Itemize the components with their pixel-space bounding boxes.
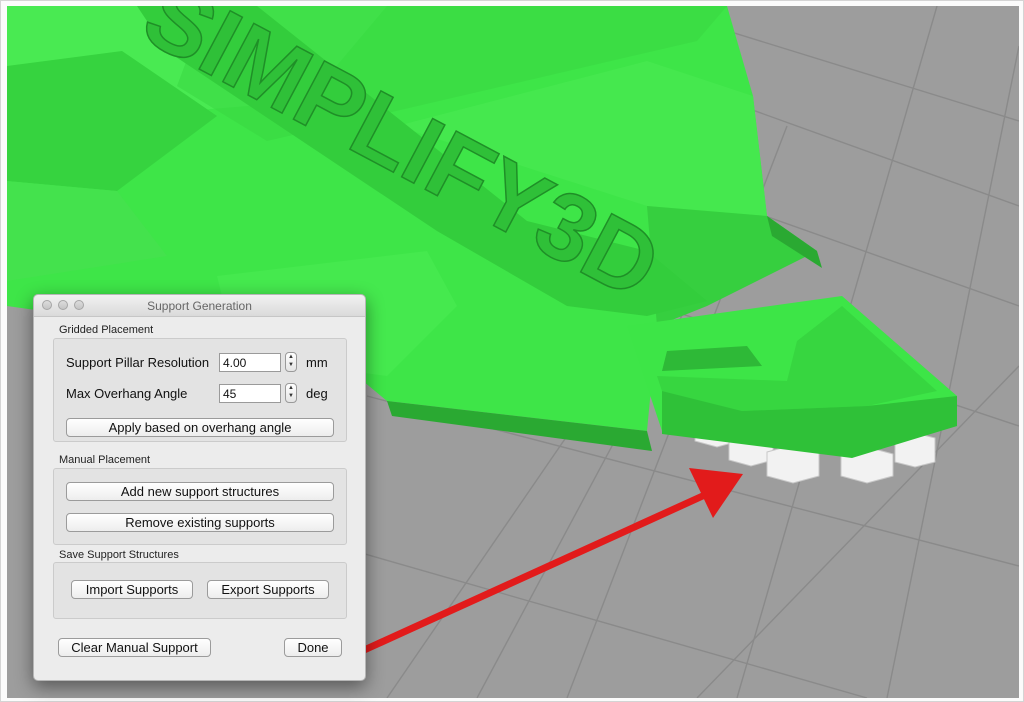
pillar-resolution-label: Support Pillar Resolution xyxy=(66,355,210,370)
dialog-titlebar[interactable]: Support Generation xyxy=(34,295,365,317)
stepper-up-icon[interactable]: ▲ xyxy=(286,353,296,361)
done-button[interactable]: Done xyxy=(284,638,342,657)
overhang-angle-label: Max Overhang Angle xyxy=(66,386,188,401)
stepper-up-icon[interactable]: ▲ xyxy=(286,384,296,392)
dialog-title: Support Generation xyxy=(147,299,252,313)
manual-placement-label: Manual Placement xyxy=(59,454,151,466)
support-generation-dialog: Support Generation Gridded Placement Sup… xyxy=(33,294,366,681)
save-supports-label: Save Support Structures xyxy=(59,549,179,561)
apply-overhang-button[interactable]: Apply based on overhang angle xyxy=(66,418,334,437)
remove-supports-button[interactable]: Remove existing supports xyxy=(66,513,334,532)
overhang-angle-input[interactable] xyxy=(219,384,281,403)
clear-manual-support-button[interactable]: Clear Manual Support xyxy=(58,638,211,657)
pillar-resolution-input[interactable] xyxy=(219,353,281,372)
stepper-down-icon[interactable]: ▼ xyxy=(286,392,296,400)
overhang-angle-unit: deg xyxy=(306,386,328,401)
overhang-angle-stepper[interactable]: ▲ ▼ xyxy=(285,383,297,403)
export-supports-button[interactable]: Export Supports xyxy=(207,580,329,599)
add-supports-button[interactable]: Add new support structures xyxy=(66,482,334,501)
pillar-resolution-stepper[interactable]: ▲ ▼ xyxy=(285,352,297,372)
import-supports-button[interactable]: Import Supports xyxy=(71,580,193,599)
manual-placement-group xyxy=(53,468,347,545)
pillar-resolution-unit: mm xyxy=(306,355,328,370)
stepper-down-icon[interactable]: ▼ xyxy=(286,361,296,369)
gridded-placement-label: Gridded Placement xyxy=(59,324,154,336)
